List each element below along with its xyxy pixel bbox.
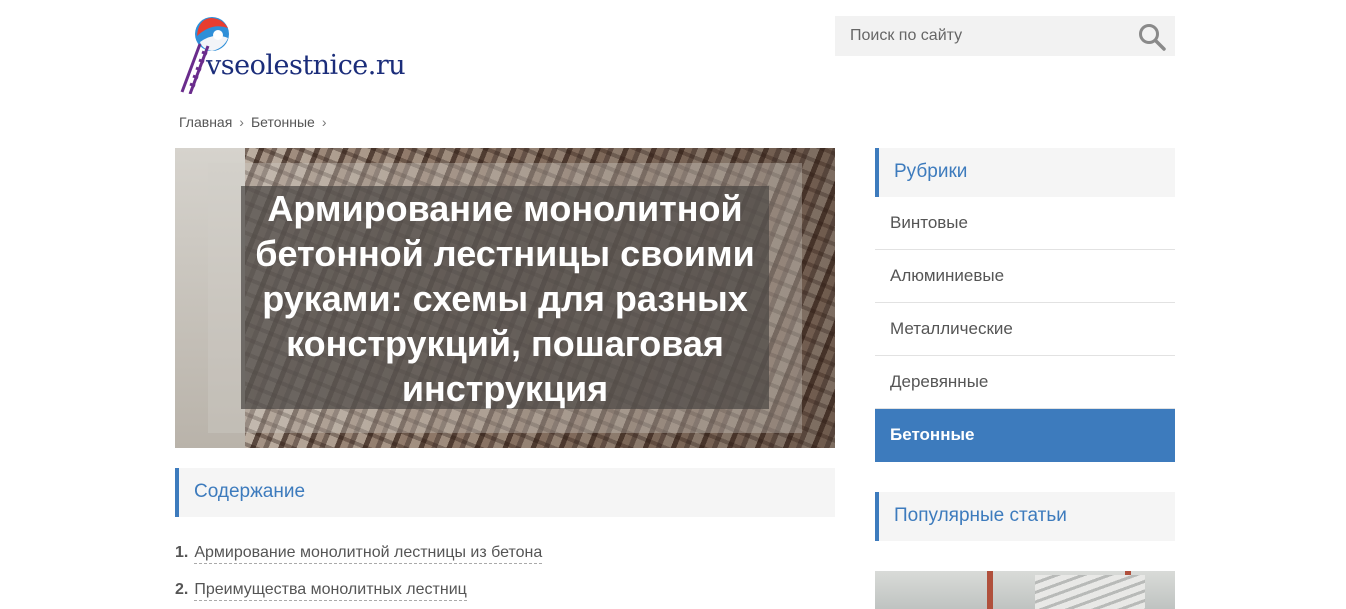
category-item-metallicheskie[interactable]: Металлические [875, 303, 1175, 356]
popular-heading: Популярные статьи [894, 505, 1067, 526]
popular-article-thumbnail[interactable] [875, 571, 1175, 609]
toc-header[interactable]: Содержание [175, 468, 835, 517]
search-icon[interactable] [1137, 22, 1167, 52]
toc-list: 1. Армирование монолитной лестницы из бет… [175, 544, 543, 609]
toc-item: 1. Армирование монолитной лестницы из бет… [175, 544, 543, 564]
breadcrumb-home[interactable]: Главная [179, 114, 232, 130]
article-hero-image: Армирование монолитной бетонной лестницы… [175, 148, 835, 448]
toc-item-number: 2. [175, 581, 189, 598]
rubrics-heading: Рубрики [894, 161, 968, 182]
toc-heading: Содержание [194, 481, 306, 502]
rubrics-header: Рубрики [875, 148, 1175, 197]
logo-text: vseolestnice.ru [206, 50, 406, 81]
search-box [835, 16, 1175, 56]
breadcrumb-separator: › [321, 114, 327, 130]
site-logo[interactable]: vseolestnice.ru [178, 12, 438, 94]
search-input[interactable] [835, 16, 1125, 56]
category-item-derevyannye[interactable]: Деревянные [875, 356, 1175, 409]
toc-item-link[interactable]: Преимущества монолитных лестниц [194, 581, 467, 601]
category-item-vintovye[interactable]: Винтовые [875, 197, 1175, 250]
toc-item: 2. Преимущества монолитных лестниц [175, 581, 542, 601]
popular-header: Популярные статьи [875, 492, 1175, 541]
breadcrumb-category[interactable]: Бетонные [251, 114, 315, 130]
category-item-aluminievye[interactable]: Алюминиевые [875, 250, 1175, 303]
category-item-betonnye[interactable]: Бетонные [875, 409, 1175, 462]
article-title: Армирование монолитной бетонной лестницы… [255, 188, 755, 409]
toc-item-link[interactable]: Армирование монолитной лестницы из бетон… [194, 544, 543, 564]
thumb-stairs [1035, 575, 1145, 609]
thumb-pole [987, 571, 993, 609]
breadcrumb: Главная › Бетонные › [179, 114, 334, 130]
category-list: Винтовые Алюминиевые Металлические Дерев… [875, 197, 1175, 462]
breadcrumb-separator: › [239, 114, 244, 130]
toc-item-number: 1. [175, 544, 189, 561]
